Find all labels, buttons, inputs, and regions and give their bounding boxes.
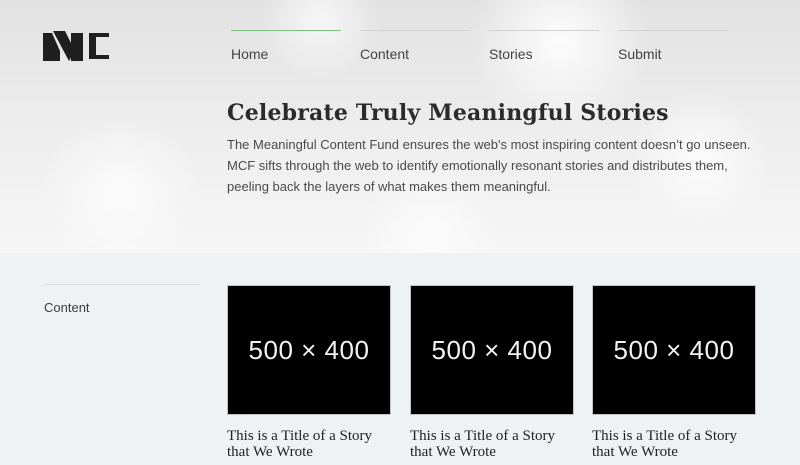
story-card-image[interactable]: 500 × 400 (227, 285, 391, 415)
nav-item-content[interactable]: Content (360, 30, 470, 64)
story-card-title[interactable]: This is a Title of a Story that We Wrote (227, 428, 397, 460)
nav-item-home[interactable]: Home (231, 30, 341, 64)
story-card[interactable]: 500 × 400 This is a Title of a Story tha… (592, 285, 756, 460)
hero-description: The Meaningful Content Fund ensures the … (227, 137, 751, 194)
hero-title: Celebrate Truly Meaningful Stories (227, 100, 669, 126)
story-card[interactable]: 500 × 400 This is a Title of a Story tha… (410, 285, 574, 460)
story-card-title[interactable]: This is a Title of a Story that We Wrote (410, 428, 580, 460)
nav-item-stories[interactable]: Stories (489, 30, 599, 64)
hero-banner: Home Content Stories Submit Celebrate Tr… (0, 0, 800, 253)
sidebar-label-content[interactable]: Content (44, 300, 90, 315)
sidebar-divider (44, 284, 200, 285)
story-card-title[interactable]: This is a Title of a Story that We Wrote (592, 428, 762, 460)
story-card-image[interactable]: 500 × 400 (592, 285, 756, 415)
nav-item-submit[interactable]: Submit (618, 30, 728, 64)
story-card[interactable]: 500 × 400 This is a Title of a Story tha… (227, 285, 391, 460)
mc-logo-icon[interactable] (43, 31, 109, 61)
story-card-image[interactable]: 500 × 400 (410, 285, 574, 415)
